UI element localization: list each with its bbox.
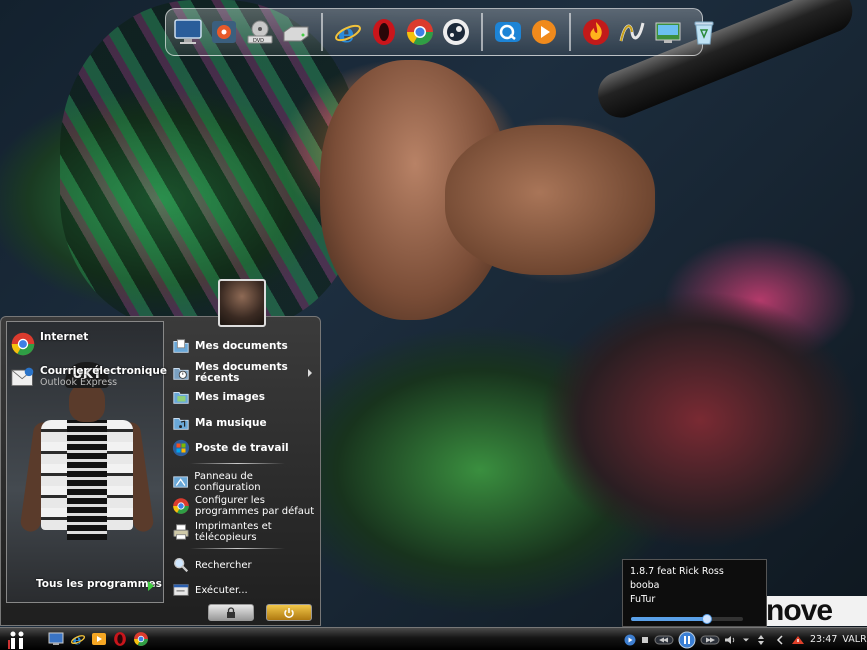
svg-text:DVD: DVD (253, 38, 264, 44)
start-button[interactable] (2, 629, 36, 650)
pinned-internet-label: Internet (40, 331, 89, 343)
run-icon (173, 584, 189, 596)
dock-separator (321, 13, 323, 51)
taskbar-user: VALR (842, 634, 867, 645)
media-center-icon[interactable] (208, 16, 240, 48)
taskbar-clock[interactable]: 23:47 (810, 634, 837, 645)
now-playing-popup: 1.8.7 feat Rick Ross booba FuTur (622, 559, 767, 627)
menu-item-run[interactable]: Exécuter... (172, 581, 317, 599)
recycle-bin-icon[interactable] (688, 16, 720, 48)
now-playing-artist: booba (630, 580, 660, 591)
control-panel-icon (173, 476, 188, 488)
system-tray: 23:47 VALR (774, 631, 867, 648)
internet-explorer-icon[interactable]: e (332, 16, 364, 48)
top-dock: DVD e (165, 8, 714, 56)
menu-item-printers[interactable]: Imprimantes et télécopieurs (172, 521, 317, 543)
menu-item-my-pictures[interactable]: Mes images (172, 388, 317, 406)
hard-drive-icon[interactable] (280, 16, 312, 48)
media-player-toolbar (624, 630, 767, 649)
menu-item-recent-documents[interactable]: Mes documents récents (172, 362, 317, 384)
recent-documents-icon (173, 368, 189, 380)
chrome-icon (173, 498, 189, 514)
printer-icon (173, 524, 189, 540)
pinned-email-label: Courrier électronique (40, 365, 167, 377)
chrome-icon[interactable] (133, 631, 149, 647)
chrome-icon[interactable] (404, 16, 436, 48)
submenu-arrow-icon (308, 369, 312, 377)
dock-separator (481, 13, 483, 51)
menu-item-my-documents[interactable]: Mes documents (172, 337, 317, 355)
menu-item-control-panel[interactable]: Panneau de configuration (172, 471, 317, 493)
nvu-icon[interactable] (616, 16, 648, 48)
menu-separator (190, 463, 285, 464)
search-icon (174, 558, 189, 573)
menu-item-search[interactable]: Rechercher (172, 556, 317, 574)
volume-icon[interactable] (724, 634, 738, 646)
dock-separator (569, 13, 571, 51)
previous-icon[interactable] (654, 634, 675, 646)
play-pause-icon[interactable] (678, 631, 696, 649)
music-folder-icon (173, 418, 189, 430)
seek-bar-thumb[interactable] (702, 614, 713, 624)
show-desktop-icon[interactable] (48, 631, 64, 647)
menu-item-my-music[interactable]: Ma musique (172, 414, 317, 432)
user-avatar[interactable] (218, 279, 266, 327)
pinned-email[interactable]: Courrier électronique Outlook Express (10, 365, 167, 389)
next-icon[interactable] (699, 634, 720, 646)
media-player-icon[interactable] (528, 16, 560, 48)
chevron-down-icon[interactable] (741, 634, 753, 646)
power-icon (284, 607, 294, 618)
quicktime-icon[interactable] (492, 16, 524, 48)
firefox-flame-icon[interactable] (580, 16, 612, 48)
start-logo-icon (8, 631, 24, 649)
monitor-icon[interactable] (172, 16, 204, 48)
opera-icon[interactable] (368, 16, 400, 48)
menu-item-default-programs[interactable]: Configurer les programmes par défaut (172, 495, 317, 517)
chrome-icon (11, 332, 35, 356)
dvd-drive-icon[interactable]: DVD (244, 16, 276, 48)
tray-expand-icon[interactable] (774, 634, 786, 646)
left-pane-photo: UKT (19, 362, 155, 562)
restore-icon[interactable] (755, 634, 767, 646)
svg-text:e: e (338, 19, 355, 47)
pictures-folder-icon (173, 392, 189, 404)
all-programs-button[interactable]: Tous les programmes (36, 578, 162, 590)
menu-separator (190, 548, 285, 549)
windows-logo-icon (172, 439, 190, 457)
lock-icon (227, 606, 235, 618)
seek-bar-fill (631, 617, 708, 621)
power-button[interactable] (266, 604, 312, 621)
pinned-internet[interactable]: Internet (10, 331, 88, 357)
desktop-icon[interactable] (652, 16, 684, 48)
seek-bar[interactable] (631, 614, 743, 624)
internet-explorer-icon[interactable]: e (70, 631, 86, 647)
now-playing-track: 1.8.7 feat Rick Ross (630, 566, 724, 577)
now-playing-album: FuTur (630, 594, 656, 605)
wallpaper-hand (445, 125, 655, 275)
opera-icon[interactable] (112, 631, 128, 647)
svg-text:e: e (73, 632, 82, 647)
wmp-logo-icon[interactable] (624, 634, 636, 646)
taskbar: e 23:47 VALR (0, 627, 867, 650)
outlook-express-icon (11, 367, 34, 386)
menu-item-my-computer[interactable]: Poste de travail (172, 439, 317, 457)
documents-folder-icon (173, 339, 189, 353)
stop-icon[interactable] (639, 634, 651, 646)
all-programs-arrow-icon (148, 581, 154, 591)
pinned-email-sub: Outlook Express (40, 377, 118, 388)
media-player-icon[interactable] (91, 631, 107, 647)
start-menu-left-pane: UKT (6, 321, 164, 603)
network-alert-icon[interactable] (791, 634, 805, 646)
steam-icon[interactable] (440, 16, 472, 48)
lock-button[interactable] (208, 604, 254, 621)
